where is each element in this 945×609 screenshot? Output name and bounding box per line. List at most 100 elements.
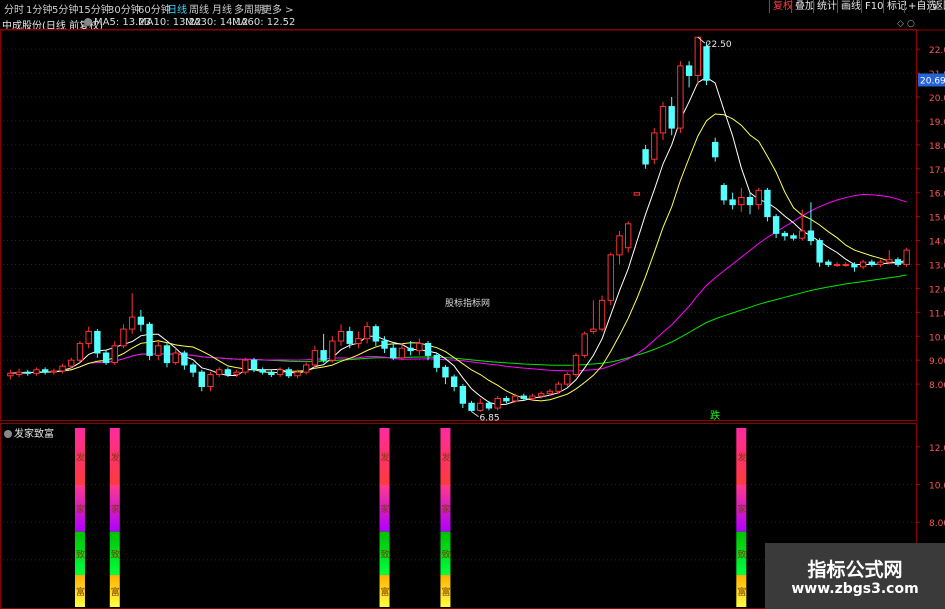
- candle-up: [677, 65, 684, 129]
- candle-down: [250, 359, 258, 371]
- signal-char: 家: [737, 503, 746, 515]
- candle-down: [407, 347, 414, 352]
- candle-down: [102, 352, 110, 364]
- candle-up: [120, 328, 127, 347]
- low-price-label: 6.85: [480, 414, 500, 424]
- candle-up: [859, 261, 867, 268]
- candle-down: [503, 397, 510, 402]
- candle-down: [224, 369, 232, 376]
- candle-up: [215, 369, 223, 376]
- circle-icon: ○: [907, 19, 915, 29]
- candle-down: [198, 371, 205, 388]
- indicator-axis-label: 10.00: [929, 482, 945, 492]
- candle-up: [172, 352, 179, 364]
- candle-up: [398, 347, 406, 359]
- candle-down: [781, 232, 789, 237]
- candle-up: [555, 383, 562, 392]
- candle-up: [903, 249, 910, 265]
- signal-char: 致: [111, 548, 120, 560]
- candle-up: [76, 342, 84, 361]
- candle-up: [111, 345, 118, 364]
- price-axis-label: 22.00: [929, 46, 945, 56]
- signal-char: 家: [441, 503, 450, 515]
- candle-down: [24, 371, 31, 374]
- candle-up: [494, 397, 501, 409]
- candle-up: [337, 330, 345, 342]
- candle-down: [668, 106, 675, 129]
- price-axis-label: 20.00: [929, 94, 945, 104]
- indicator-name: 发家致富: [14, 429, 54, 440]
- candle-up: [877, 261, 884, 265]
- watermark-title: 指标公式网: [807, 559, 903, 581]
- candle-up: [529, 395, 536, 399]
- signal-char: 发: [381, 451, 390, 463]
- candle-down: [181, 352, 188, 366]
- candle-down: [381, 340, 388, 349]
- candle-up: [607, 254, 614, 301]
- candle-up: [355, 338, 362, 344]
- price-axis-label: 16.00: [929, 190, 945, 200]
- candle-up: [477, 402, 484, 411]
- candle-down: [703, 46, 710, 81]
- signal-char: 致: [737, 548, 746, 560]
- candle-up: [128, 316, 136, 330]
- candle-up: [303, 364, 310, 373]
- candle-down: [320, 350, 327, 361]
- price-axis-label: 8.00: [929, 381, 945, 391]
- candle-down: [146, 323, 153, 356]
- signal-char: 家: [381, 503, 390, 515]
- candle-up: [33, 369, 40, 374]
- candle-down: [790, 235, 797, 239]
- candle-down: [259, 369, 266, 373]
- candle-down: [772, 216, 780, 234]
- candle-down: [433, 354, 440, 368]
- signal-char: 家: [111, 503, 120, 515]
- candle-down: [450, 376, 458, 388]
- candle-up: [311, 350, 319, 366]
- candle-down: [346, 330, 353, 344]
- candle-up: [59, 365, 66, 372]
- candle-up: [651, 132, 658, 160]
- candle-down: [746, 196, 754, 206]
- candle-up: [842, 263, 849, 266]
- candle-up: [50, 370, 58, 373]
- candle-up: [633, 192, 641, 196]
- candle-up: [68, 359, 75, 367]
- site-watermark: 指标公式网 www.zbgs3.com: [765, 543, 945, 609]
- candle-up: [363, 326, 371, 340]
- candle-down: [520, 395, 527, 399]
- indicator-gear-icon[interactable]: [4, 430, 12, 438]
- signal-char: 富: [111, 586, 120, 598]
- candlestick-chart[interactable]: 22.0021.0020.0019.0018.0017.0016.0015.00…: [0, 0, 945, 609]
- price-axis-label: 19.00: [929, 118, 945, 128]
- price-axis-label: 18.00: [929, 142, 945, 152]
- candle-down: [485, 402, 493, 409]
- high-price-label: 22.50: [706, 40, 732, 50]
- candle-down: [712, 141, 719, 158]
- candle-up: [755, 189, 762, 206]
- candle-up: [276, 369, 284, 376]
- candle-up: [511, 395, 519, 402]
- candle-up: [624, 223, 632, 249]
- signal-char: 发: [111, 451, 120, 463]
- bottom-marker: 跌: [710, 409, 720, 422]
- candle-down: [894, 259, 902, 265]
- candle-down: [729, 199, 736, 206]
- candle-up: [242, 359, 249, 373]
- price-axis-label: 13.00: [929, 261, 945, 271]
- candle-up: [416, 342, 423, 352]
- candle-up: [329, 340, 336, 361]
- candle-up: [581, 333, 588, 356]
- price-axis-label: 11.00: [929, 309, 945, 319]
- signal-char: 富: [441, 586, 450, 598]
- low-pointer: [471, 411, 479, 418]
- signal-char: 家: [76, 503, 85, 515]
- signal-char: 发: [737, 451, 746, 463]
- price-axis-label: 14.00: [929, 238, 945, 248]
- candle-down: [372, 326, 380, 342]
- signal-char: 富: [381, 586, 390, 598]
- candle-down: [285, 369, 293, 377]
- ma60-line: [10, 274, 907, 374]
- candle-up: [833, 263, 841, 266]
- diamond-icon: ◇: [897, 19, 904, 29]
